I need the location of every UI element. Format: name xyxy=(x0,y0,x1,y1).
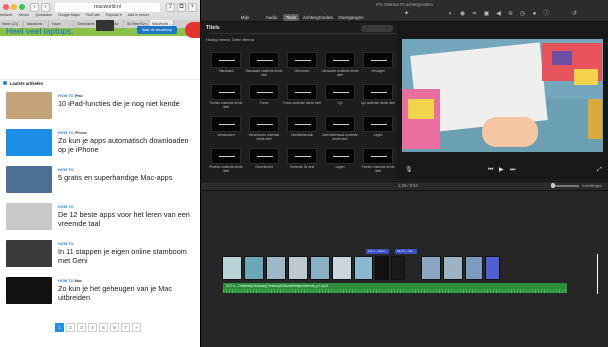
clip-track xyxy=(201,0,608,347)
video-clip[interactable] xyxy=(354,256,373,280)
page-button[interactable]: 3 xyxy=(77,323,86,332)
video-clip[interactable] xyxy=(465,256,483,280)
audio-clip-label: 16,7 s – Onderste(Geoluwe)(Trekaus)#2#&o… xyxy=(226,284,328,288)
video-clip[interactable] xyxy=(266,256,286,280)
audio-waveform xyxy=(223,289,567,293)
video-clip[interactable] xyxy=(391,256,405,280)
share-icon[interactable]: ⇪ xyxy=(166,3,175,12)
page-button[interactable]: 2 xyxy=(66,323,75,332)
article-item[interactable]: HOW TO iPhone Zo kun je apps automatisch… xyxy=(6,129,196,159)
address-bar[interactable]: macworld.nl xyxy=(55,3,160,12)
latest-articles-heading: Laatste artikelen xyxy=(10,81,44,86)
bookmark-item[interactable]: Add in server xyxy=(128,13,149,17)
video-clip[interactable] xyxy=(222,256,242,280)
clip-duration-label: 2,8 s – Kenn... xyxy=(366,249,390,254)
page-button[interactable]: 7 xyxy=(121,323,130,332)
article-item[interactable]: HOW TO De 12 beste apps voor het leren v… xyxy=(6,203,196,233)
pagination: 1 2 3 4 5 6 7 » xyxy=(55,323,155,333)
close-window-button[interactable] xyxy=(3,4,9,10)
imovie-window: IPS Slotnies #2 achtergronden Mijn media… xyxy=(201,0,608,347)
bookmarks-bar: Intranet Yahoo! Quikstaine Google Maps Y… xyxy=(0,13,200,20)
article-thumbnail xyxy=(6,277,52,304)
video-clip[interactable] xyxy=(244,256,264,280)
video-clip[interactable] xyxy=(310,256,330,280)
video-clip[interactable] xyxy=(485,256,500,280)
page-button[interactable]: 1 xyxy=(55,323,64,332)
article-title[interactable]: Zo kun je het geheugen van je Mac uitbre… xyxy=(58,284,198,302)
article-category: HOW TO xyxy=(58,205,74,209)
bookmark-item[interactable]: YouTube xyxy=(86,13,100,17)
brand-logo xyxy=(185,22,200,38)
article-thumbnail xyxy=(6,92,52,119)
video-clip[interactable] xyxy=(332,256,352,280)
page-button[interactable]: 5 xyxy=(99,323,108,332)
video-clip[interactable] xyxy=(375,256,389,280)
audio-clip[interactable]: 16,7 s – Onderste(Geoluwe)(Trekaus)#2#&o… xyxy=(223,283,567,293)
article-title[interactable]: De 12 beste apps voor het leren van een … xyxy=(58,210,198,228)
article-title[interactable]: 5 gratis en superhandige Mac-apps xyxy=(58,173,198,182)
article-subcategory: iPad xyxy=(74,94,83,98)
video-clip[interactable] xyxy=(288,256,308,280)
ad-cta-button[interactable]: Naar de keuzehulp xyxy=(137,26,177,34)
article-title[interactable]: In 11 stappen je eigen online stamboom m… xyxy=(58,247,198,265)
bookmark-item[interactable]: Google Maps xyxy=(58,13,79,17)
article-subcategory: Mac xyxy=(74,279,82,283)
clip-duration-label: 13,7 s – So... xyxy=(395,249,417,254)
article-category: HOW TO xyxy=(58,242,74,246)
page-button[interactable]: 4 xyxy=(88,323,97,332)
article-thumbnail xyxy=(6,166,52,193)
ad-title: Heel veel laptops. xyxy=(6,26,74,36)
bookmark-item[interactable]: Intranet xyxy=(0,13,12,17)
tabs-icon[interactable]: ⧉ xyxy=(177,3,186,12)
bookmark-item[interactable]: Populair ▾ xyxy=(106,13,122,17)
video-clip[interactable] xyxy=(421,256,441,280)
article-thumbnail xyxy=(6,240,52,267)
article-thumbnail xyxy=(6,203,52,230)
article-item[interactable]: HOW TO iPad 10 iPad-functies die je nog … xyxy=(6,92,196,122)
article-item[interactable]: HOW TO 5 gratis en superhandige Mac-apps xyxy=(6,166,196,196)
zoom-window-button[interactable] xyxy=(19,4,25,10)
article-category: HOW TO xyxy=(58,94,74,98)
article-category: HOW TO xyxy=(58,131,74,135)
bookmark-item[interactable]: Yahoo! xyxy=(18,13,29,17)
video-clip[interactable] xyxy=(443,256,463,280)
article-subcategory: iPhone xyxy=(74,131,88,135)
next-page-button[interactable]: » xyxy=(132,323,141,332)
article-item[interactable]: HOW TO Mac Zo kun je het geheugen van je… xyxy=(6,277,196,307)
clock-icon xyxy=(3,81,7,85)
laptop-image xyxy=(96,20,114,31)
add-tab-icon[interactable]: + xyxy=(188,3,197,12)
bookmark-item[interactable]: Quikstaine xyxy=(35,13,52,17)
article-category: HOW TO xyxy=(58,168,74,172)
article-category: HOW TO xyxy=(58,279,74,283)
page-button[interactable]: 6 xyxy=(110,323,119,332)
back-icon[interactable]: ‹ xyxy=(30,3,39,12)
forward-icon[interactable]: › xyxy=(41,3,50,12)
article-title[interactable]: Zo kun je apps automatisch downloaden op… xyxy=(58,136,198,154)
minimize-window-button[interactable] xyxy=(11,4,17,10)
article-item[interactable]: HOW TO In 11 stappen je eigen online sta… xyxy=(6,240,196,270)
article-title[interactable]: 10 iPad-functies die je nog niet kende xyxy=(58,99,198,108)
safari-window: ‹ › macworld.nl ⇪ ⧉ + Intranet Yahoo! Qu… xyxy=(0,0,200,347)
playhead[interactable] xyxy=(597,254,598,294)
app-store-icon xyxy=(6,129,52,156)
